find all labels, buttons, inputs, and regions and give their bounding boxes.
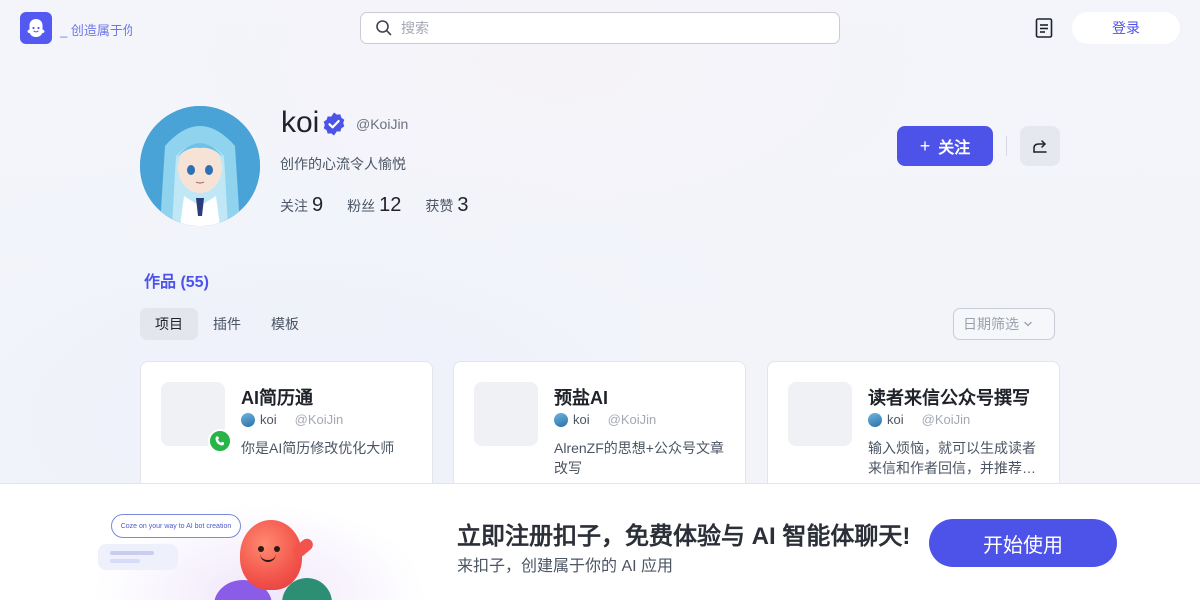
author-name: koi — [887, 412, 904, 427]
banner-subtitle: 来扣子，创建属于你的 AI 应用 — [457, 558, 674, 575]
phone-badge — [208, 429, 232, 453]
stat-followers[interactable]: 粉丝 12 — [347, 194, 401, 217]
author-handle: @KoiJin — [921, 412, 971, 427]
start-button[interactable]: 开始使用 — [929, 519, 1117, 567]
tab-templates[interactable]: 模板 — [256, 308, 314, 340]
project-description: 你是AI简历修改优化大师 — [241, 440, 395, 456]
stat-value: 12 — [379, 194, 402, 216]
project-card[interactable]: AI简历通 koi @KoiJin 你是AI简历修改优化大师 — [140, 361, 433, 501]
stat-likes: 获赞 3 — [425, 194, 468, 217]
divider — [1006, 136, 1007, 156]
project-title: 读者来信公众号撰写 — [868, 388, 1030, 408]
project-description: AlrenZF的思想+公众号文章改写 — [554, 440, 724, 476]
stat-label: 粉丝 — [347, 198, 376, 214]
stat-label: 获赞 — [425, 198, 454, 214]
mascot-mouth — [260, 554, 276, 562]
bubble-line — [110, 559, 140, 563]
follow-button-label: 关注 — [938, 140, 971, 157]
author-avatar — [241, 412, 255, 427]
project-author: koi @KoiJin — [868, 412, 970, 427]
tab-projects[interactable]: 项目 — [140, 308, 198, 340]
share-button[interactable] — [1020, 126, 1060, 166]
stat-label: 关注 — [280, 198, 308, 214]
project-card[interactable]: 读者来信公众号撰写 koi @KoiJin 输入烦恼，就可以生成读者来信和作者回… — [767, 361, 1060, 501]
date-filter-label: 日期筛选 — [963, 316, 1019, 332]
anime-avatar-image — [140, 106, 260, 226]
banner-illustration: Coze on your way to AI bot creation — [0, 484, 440, 600]
profile-avatar — [140, 106, 260, 226]
red-mascot — [240, 520, 316, 590]
profile-name: koi — [281, 106, 320, 139]
project-thumbnail — [788, 382, 852, 446]
works-tabs: 项目 插件 模板 — [140, 308, 314, 340]
search-input[interactable] — [401, 20, 821, 36]
search-bar[interactable] — [360, 12, 840, 44]
author-name: koi — [573, 412, 590, 427]
mascot-eye — [258, 546, 264, 552]
project-title: AI简历通 — [241, 388, 313, 408]
profile-handle: @KoiJin — [356, 116, 409, 132]
coze-logo-icon — [27, 19, 45, 37]
search-icon — [376, 20, 392, 36]
mascot-arm — [290, 536, 316, 560]
author-avatar — [554, 412, 568, 427]
verified-badge-icon — [323, 112, 345, 136]
project-card[interactable]: 预盐AI koi @KoiJin AlrenZF的思想+公众号文章改写 — [453, 361, 746, 501]
author-avatar — [868, 412, 882, 427]
follow-button[interactable]: + 关注 — [897, 126, 993, 166]
profile-stats: 关注 9 粉丝 12 获赞 3 — [280, 194, 493, 217]
project-title: 预盐AI — [554, 388, 608, 408]
login-button[interactable]: 登录 — [1072, 12, 1180, 44]
bubble-line — [110, 551, 154, 555]
plus-icon: + — [919, 135, 931, 156]
coze-logo[interactable] — [20, 12, 52, 44]
phone-icon — [215, 436, 224, 446]
profile-bio: 创作的心流令人愉悦 — [280, 156, 406, 172]
document-icon[interactable] — [1033, 17, 1055, 39]
tab-plugins[interactable]: 插件 — [198, 308, 256, 340]
date-filter-select[interactable]: 日期筛选 — [953, 308, 1055, 340]
stat-value: 3 — [457, 194, 469, 216]
project-description: 输入烦恼，就可以生成读者来信和作者回信，并推荐… — [868, 440, 1036, 476]
signup-banner: Coze on your way to AI bot creation 立即注册… — [0, 483, 1200, 600]
brand-slogan: _ 创造属于你 — [60, 23, 132, 38]
project-author: koi @KoiJin — [554, 412, 656, 427]
chat-bubble-secondary — [98, 544, 178, 570]
author-handle: @KoiJin — [294, 412, 344, 427]
chevron-down-icon — [1024, 321, 1032, 327]
project-author: koi @KoiJin — [241, 412, 343, 427]
chat-bubble: Coze on your way to AI bot creation — [111, 514, 241, 538]
project-thumbnail — [474, 382, 538, 446]
stat-value: 9 — [312, 194, 324, 216]
author-name: koi — [260, 412, 277, 427]
stat-following[interactable]: 关注 9 — [280, 194, 323, 217]
top-header: _ 创造属于你 登录 — [0, 0, 1200, 56]
share-icon — [1033, 140, 1047, 153]
works-count-title: 作品 (55) — [144, 274, 209, 291]
mascot-eye — [274, 546, 280, 552]
banner-title: 立即注册扣子，免费体验与 AI 智能体聊天! — [457, 523, 911, 550]
author-handle: @KoiJin — [607, 412, 657, 427]
